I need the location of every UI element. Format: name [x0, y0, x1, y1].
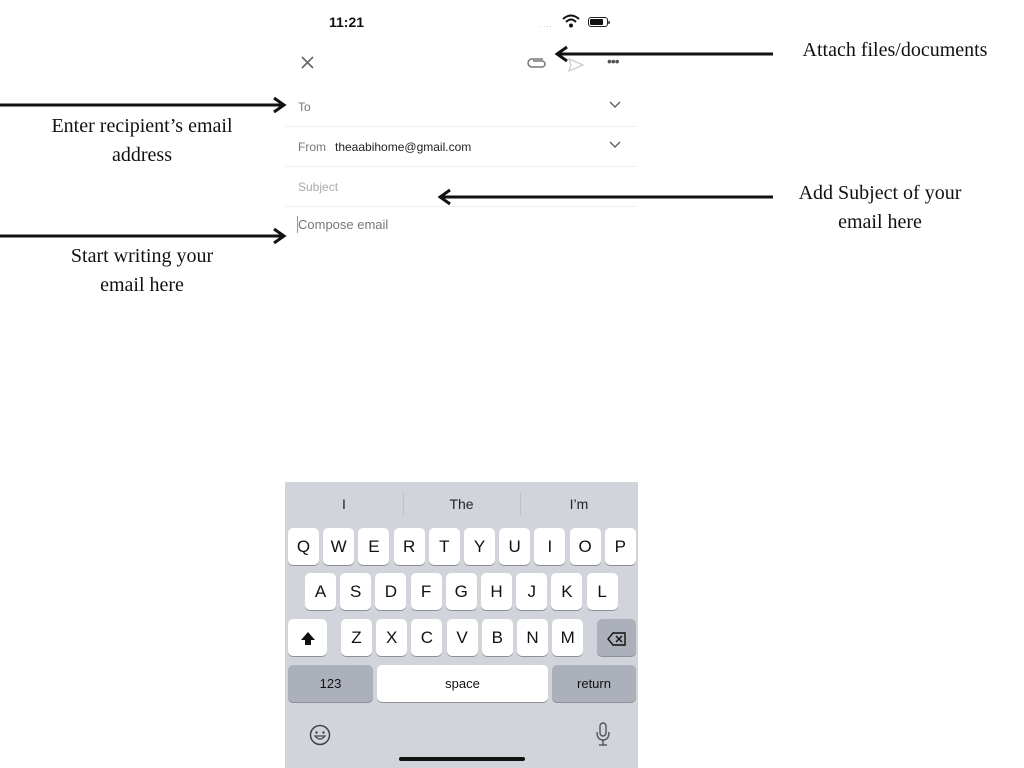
- from-label: From: [298, 140, 326, 154]
- annotation-compose-line2: email here: [100, 274, 184, 296]
- annotation-attach: Attach files/documents: [785, 36, 1005, 65]
- keyboard: I The I’m QWERTYUIOP ASDFGHJKL ZXCVBNM 1…: [285, 482, 638, 768]
- emoji-icon[interactable]: [309, 724, 331, 746]
- key-l[interactable]: L: [586, 573, 618, 610]
- key-p[interactable]: P: [604, 528, 636, 565]
- annotation-arrow-attach: [555, 45, 773, 63]
- key-s[interactable]: S: [340, 573, 372, 610]
- key-t[interactable]: T: [428, 528, 460, 565]
- key-z[interactable]: Z: [341, 619, 372, 656]
- key-a[interactable]: A: [305, 573, 336, 610]
- key-w[interactable]: W: [323, 528, 355, 565]
- annotation-subject-line1: Add Subject of your: [798, 182, 962, 204]
- shift-key[interactable]: [288, 619, 327, 656]
- annotation-subject-line2: email here: [838, 211, 922, 233]
- from-field[interactable]: From theaabihome@gmail.com: [285, 128, 637, 167]
- to-field[interactable]: To: [285, 88, 637, 127]
- shift-icon: [300, 631, 315, 645]
- microphone-icon[interactable]: [595, 722, 611, 748]
- annotation-subject: Add Subject of your email here: [770, 179, 990, 237]
- signal-icon: ....: [540, 20, 553, 29]
- annotation-compose: Start writing your email here: [30, 242, 254, 300]
- battery-icon: [588, 17, 610, 27]
- key-r[interactable]: R: [393, 528, 425, 565]
- close-icon[interactable]: [300, 55, 315, 70]
- suggestion-2[interactable]: The: [403, 490, 520, 518]
- wifi-icon: [562, 14, 580, 28]
- backspace-icon: [606, 631, 626, 646]
- suggestion-1[interactable]: I: [285, 490, 403, 518]
- key-g[interactable]: G: [445, 573, 477, 610]
- annotation-compose-line1: Start writing your: [70, 245, 214, 267]
- key-q[interactable]: Q: [288, 528, 319, 565]
- key-f[interactable]: F: [410, 573, 442, 610]
- to-label: To: [298, 100, 311, 114]
- key-d[interactable]: D: [375, 573, 407, 610]
- annotation-arrow-subject: [438, 188, 773, 206]
- annotation-to-line1: Enter recipient’s email: [51, 115, 233, 137]
- backspace-key[interactable]: [597, 619, 636, 656]
- annotation-to: Enter recipient’s email address: [30, 112, 254, 170]
- key-v[interactable]: V: [446, 619, 478, 656]
- annotation-attach-line1: Attach files/documents: [802, 39, 988, 61]
- compose-body-input[interactable]: Compose email: [298, 217, 388, 232]
- status-time: 11:21: [329, 14, 365, 30]
- home-indicator[interactable]: [399, 757, 525, 761]
- chevron-down-icon[interactable]: [609, 101, 621, 109]
- key-e[interactable]: E: [358, 528, 390, 565]
- from-value: theaabihome@gmail.com: [335, 140, 472, 154]
- key-k[interactable]: K: [551, 573, 583, 610]
- key-c[interactable]: C: [411, 619, 443, 656]
- attachment-icon[interactable]: [527, 58, 547, 70]
- key-o[interactable]: O: [569, 528, 601, 565]
- key-m[interactable]: M: [552, 619, 584, 656]
- chevron-down-icon[interactable]: [609, 141, 621, 149]
- annotation-to-line2: address: [112, 144, 172, 166]
- subject-placeholder: Subject: [298, 180, 339, 194]
- key-b[interactable]: B: [481, 619, 513, 656]
- suggestion-3[interactable]: I’m: [520, 490, 638, 518]
- key-u[interactable]: U: [499, 528, 531, 565]
- key-n[interactable]: N: [517, 619, 548, 656]
- key-j[interactable]: J: [516, 573, 548, 610]
- key-h[interactable]: H: [481, 573, 512, 610]
- key-y[interactable]: Y: [464, 528, 495, 565]
- space-key[interactable]: space: [377, 665, 548, 702]
- return-key[interactable]: return: [552, 665, 636, 702]
- key-i[interactable]: I: [534, 528, 566, 565]
- numbers-key[interactable]: 123: [288, 665, 373, 702]
- key-x[interactable]: X: [376, 619, 408, 656]
